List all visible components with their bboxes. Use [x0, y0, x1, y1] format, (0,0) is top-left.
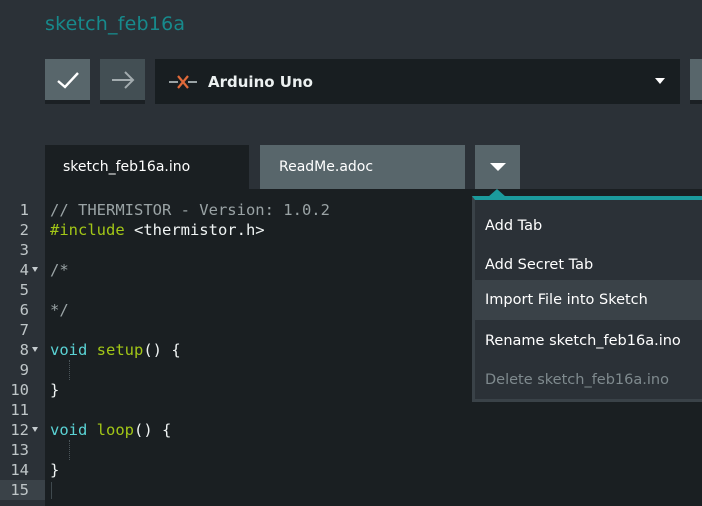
menu-item-label: Add Tab [485, 217, 543, 234]
indent-guide [69, 440, 70, 460]
code-line[interactable]: 12 void loop() { [0, 420, 702, 440]
fold-toggle-icon[interactable] [32, 347, 38, 352]
text-cursor [51, 482, 52, 499]
code-line[interactable]: 13 [0, 440, 702, 460]
code-token-type: void [50, 421, 88, 439]
code-token-include: #include [50, 221, 125, 239]
code-token-comment: */ [50, 301, 69, 319]
code-line[interactable]: 14} [0, 460, 702, 480]
code-token-comment: /* [50, 261, 69, 279]
line-number: 10 [10, 381, 29, 399]
fold-toggle-icon[interactable] [32, 267, 38, 272]
menu-item-rename[interactable]: Rename sketch_feb16a.ino [475, 321, 702, 360]
menu-item-delete: Delete sketch_feb16a.ino [475, 360, 702, 399]
code-text: // THERMISTOR - Version: 1.0.2 [50, 200, 330, 220]
menu-item-label: Delete sketch_feb16a.ino [485, 371, 669, 388]
tab-menu-button[interactable] [475, 145, 520, 189]
line-number: 15 [10, 481, 29, 499]
line-number: 6 [19, 301, 29, 319]
code-token-plain: } [50, 381, 60, 399]
line-number: 3 [19, 241, 29, 259]
fold-toggle-icon[interactable] [32, 427, 38, 432]
indent-guide [69, 360, 70, 380]
board-name: Arduino Uno [208, 72, 313, 91]
code-token-plain: <thermistor.h> [124, 221, 265, 239]
line-number: 11 [10, 401, 29, 419]
menu-item-add-tab[interactable]: Add Tab [475, 206, 702, 245]
upload-button[interactable] [100, 59, 145, 104]
code-token-plain: () { [143, 341, 181, 359]
code-text: */ [50, 300, 69, 320]
arrow-right-icon [111, 70, 134, 89]
tab-label: sketch_feb16a.ino [63, 159, 191, 175]
line-number: 12 [10, 421, 29, 439]
code-token-func: setup [96, 341, 144, 359]
code-text: /* [50, 260, 69, 280]
menu-item-label: Add Secret Tab [485, 256, 594, 273]
caret-down-icon[interactable] [655, 78, 665, 84]
tab-dropdown-menu: Add Tab Add Secret Tab Import File into … [472, 196, 702, 402]
code-text: #include <thermistor.h> [50, 220, 265, 240]
line-number: 13 [10, 441, 29, 459]
sketch-title: sketch_feb16a [45, 13, 186, 35]
menu-divider [475, 319, 702, 320]
tab-sketch-ino[interactable]: sketch_feb16a.ino [45, 145, 249, 189]
toolbar-overflow-button[interactable] [690, 59, 702, 104]
code-text: void loop() { [50, 420, 171, 440]
code-token-plain: () { [134, 421, 172, 439]
menu-item-add-secret-tab[interactable]: Add Secret Tab [475, 245, 702, 284]
menu-item-import-file[interactable]: Import File into Sketch [475, 280, 702, 319]
line-number: 7 [19, 321, 29, 339]
code-token-func: loop [96, 421, 134, 439]
tab-label: ReadMe.adoc [279, 159, 374, 175]
code-text: } [50, 380, 59, 400]
code-line[interactable]: 11 [0, 400, 702, 420]
code-line[interactable]: 15 [0, 480, 702, 500]
code-token-type: void [50, 341, 88, 359]
board-selector[interactable]: Arduino Uno [155, 59, 680, 104]
line-number: 9 [19, 361, 29, 379]
code-text: } [50, 460, 59, 480]
verify-button[interactable] [45, 59, 90, 104]
code-token-plain: } [50, 461, 60, 479]
line-number: 2 [19, 221, 29, 239]
line-number: 4 [19, 261, 29, 279]
line-number: 5 [19, 281, 29, 299]
checkmark-icon [56, 71, 79, 89]
code-token-comment: // THERMISTOR - Version: 1.0.2 [50, 201, 330, 219]
caret-down-icon [489, 163, 506, 171]
menu-item-label: Rename sketch_feb16a.ino [485, 332, 681, 349]
menu-item-label: Import File into Sketch [485, 291, 648, 308]
line-number: 8 [19, 341, 29, 359]
line-number: 1 [19, 201, 29, 219]
line-number: 14 [10, 461, 29, 479]
code-text: void setup() { [50, 340, 181, 360]
disconnected-plug-icon [169, 74, 197, 89]
tab-readme-adoc[interactable]: ReadMe.adoc [260, 145, 465, 189]
